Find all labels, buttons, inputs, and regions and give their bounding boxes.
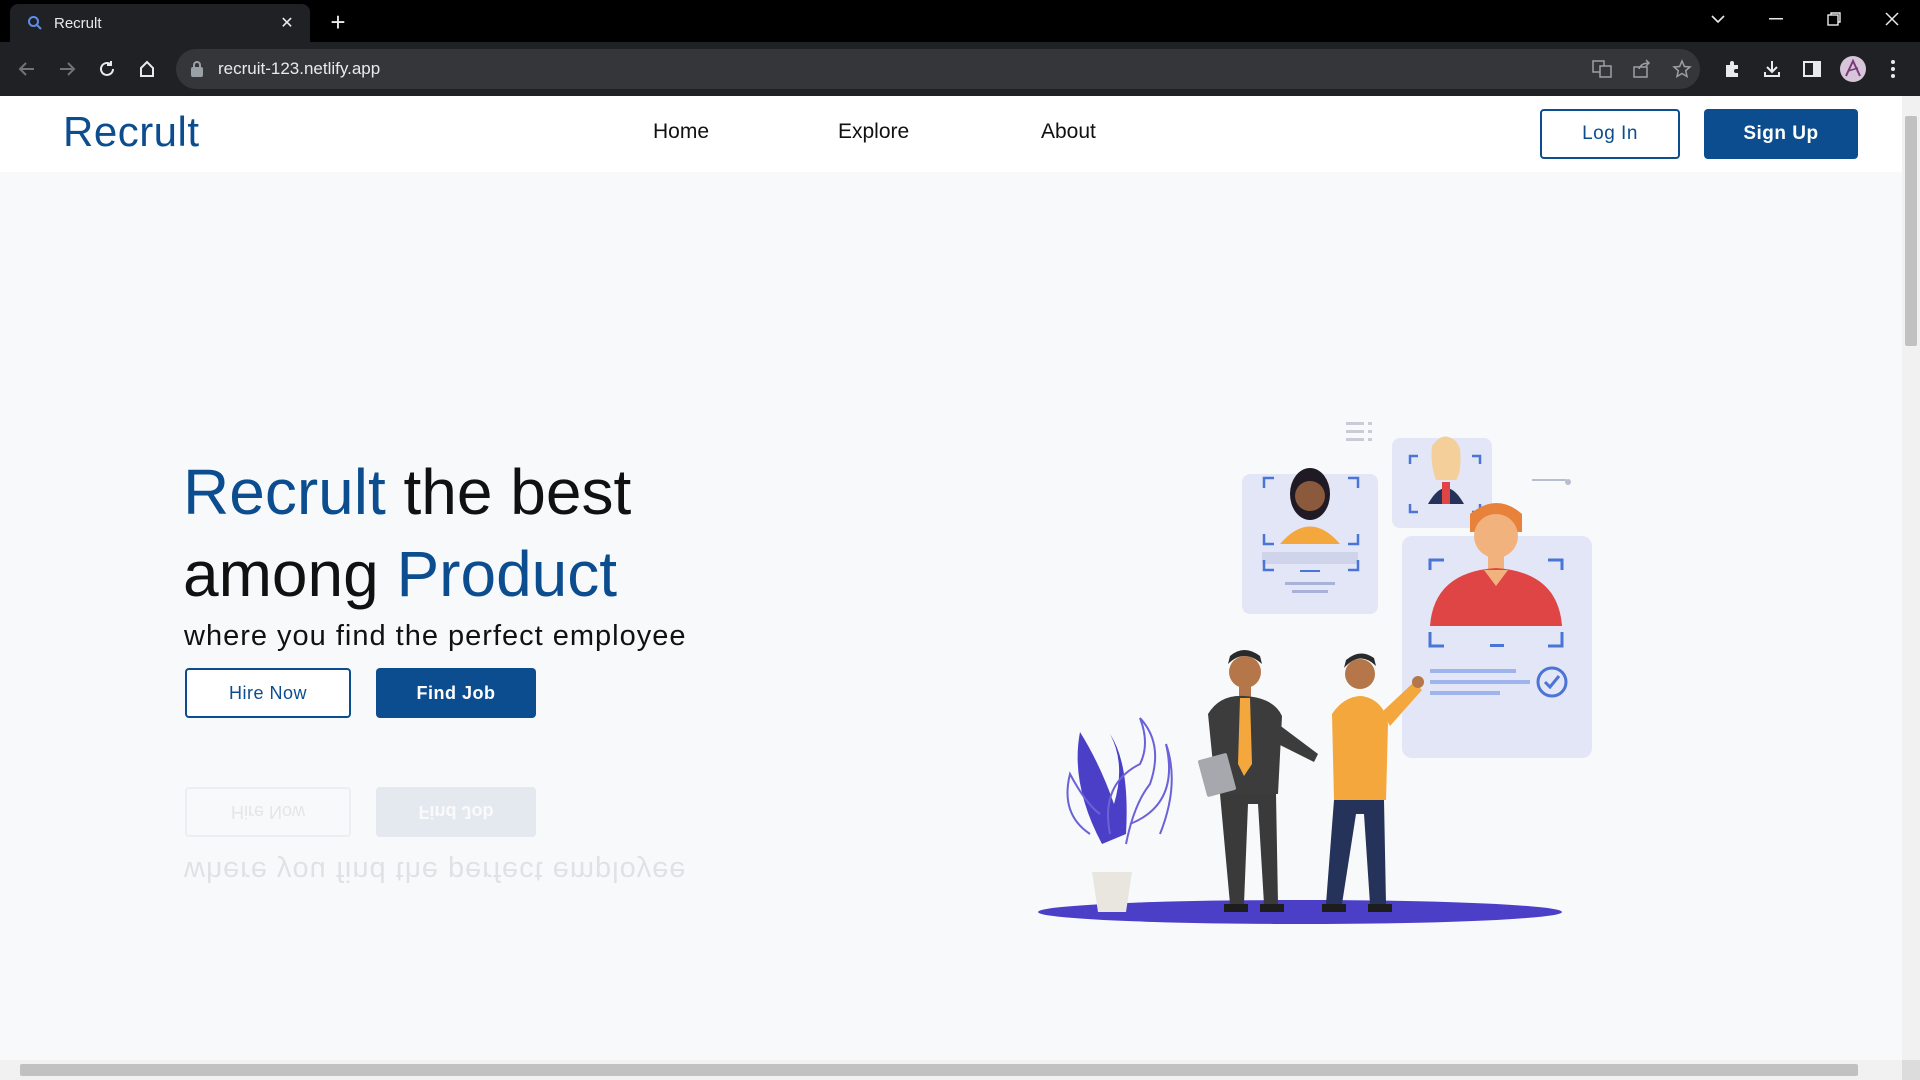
nav-explore[interactable]: Explore (838, 120, 909, 144)
vertical-scrollbar[interactable] (1902, 96, 1920, 1060)
lock-icon[interactable] (190, 60, 204, 83)
browser-tab-strip: Recrult ✕ + (0, 0, 1920, 42)
web-page: Recrult Home Explore About Log In Sign U… (0, 96, 1902, 1060)
tab-title: Recrult (54, 14, 102, 32)
profile-avatar[interactable] (1838, 54, 1868, 84)
url-text: recruit-123.netlify.app (218, 59, 381, 78)
reflection-subtitle: where you find the perfect employee (184, 855, 687, 887)
brand-logo[interactable]: Recrult (63, 108, 200, 156)
find-job-button[interactable]: Find Job (376, 668, 536, 718)
hero-reflection: where you find the perfect employee Hire… (184, 787, 765, 887)
restore-icon[interactable] (1806, 0, 1862, 38)
hero-title-text: the best (385, 456, 632, 528)
candidate-card-large (1402, 503, 1592, 758)
tab-search-icon[interactable] (1690, 0, 1746, 38)
person-suit-icon (1198, 650, 1318, 912)
forward-icon[interactable] (52, 54, 82, 84)
sidepanel-icon[interactable] (1797, 54, 1827, 84)
hero-illustration (1038, 422, 1592, 924)
vertical-scroll-thumb[interactable] (1905, 116, 1917, 346)
minimize-icon[interactable] (1748, 0, 1804, 38)
scrollbar-corner (1902, 1060, 1920, 1080)
candidate-card-left (1242, 468, 1378, 614)
site-navbar: Recrult Home Explore About Log In Sign U… (0, 96, 1902, 172)
extensions-icon[interactable] (1717, 54, 1747, 84)
translate-icon[interactable] (1588, 55, 1616, 83)
horizontal-scroll-thumb[interactable] (20, 1064, 1858, 1076)
browser-tab[interactable]: Recrult ✕ (10, 4, 310, 42)
share-icon[interactable] (1628, 55, 1656, 83)
hero-title: Recrult the best among Product (183, 451, 631, 615)
close-icon[interactable]: ✕ (276, 12, 298, 34)
horizontal-scrollbar[interactable] (0, 1060, 1902, 1080)
hero-title-brand: Recrult (183, 456, 386, 528)
browser-toolbar: recruit-123.netlify.app (0, 42, 1920, 96)
close-window-icon[interactable] (1864, 0, 1920, 38)
hero-title-text-2: among (183, 538, 397, 610)
kebab-menu-icon[interactable] (1878, 54, 1908, 84)
star-icon[interactable] (1668, 55, 1696, 83)
back-icon[interactable] (12, 54, 42, 84)
hero-title-product: Product (396, 538, 618, 610)
download-icon[interactable] (1757, 54, 1787, 84)
signup-button[interactable]: Sign Up (1704, 109, 1858, 159)
plant-icon (1066, 717, 1173, 912)
hire-now-button[interactable]: Hire Now (185, 668, 351, 718)
reload-icon[interactable] (92, 54, 122, 84)
person-orange-icon (1322, 653, 1424, 912)
reflection-hire-button: Hire Now (185, 787, 351, 837)
address-bar[interactable]: recruit-123.netlify.app (176, 49, 1700, 89)
login-button[interactable]: Log In (1540, 109, 1680, 159)
doc-lines-icon (1346, 422, 1372, 441)
hero-subtitle: where you find the perfect employee (184, 620, 687, 652)
reflection-find-button: Find Job (376, 787, 536, 837)
pointer-icon (1532, 479, 1571, 485)
plus-icon[interactable]: + (322, 6, 354, 38)
nav-about[interactable]: About (1041, 120, 1096, 144)
home-icon[interactable] (132, 54, 162, 84)
nav-home[interactable]: Home (653, 120, 709, 144)
search-icon (26, 14, 44, 32)
